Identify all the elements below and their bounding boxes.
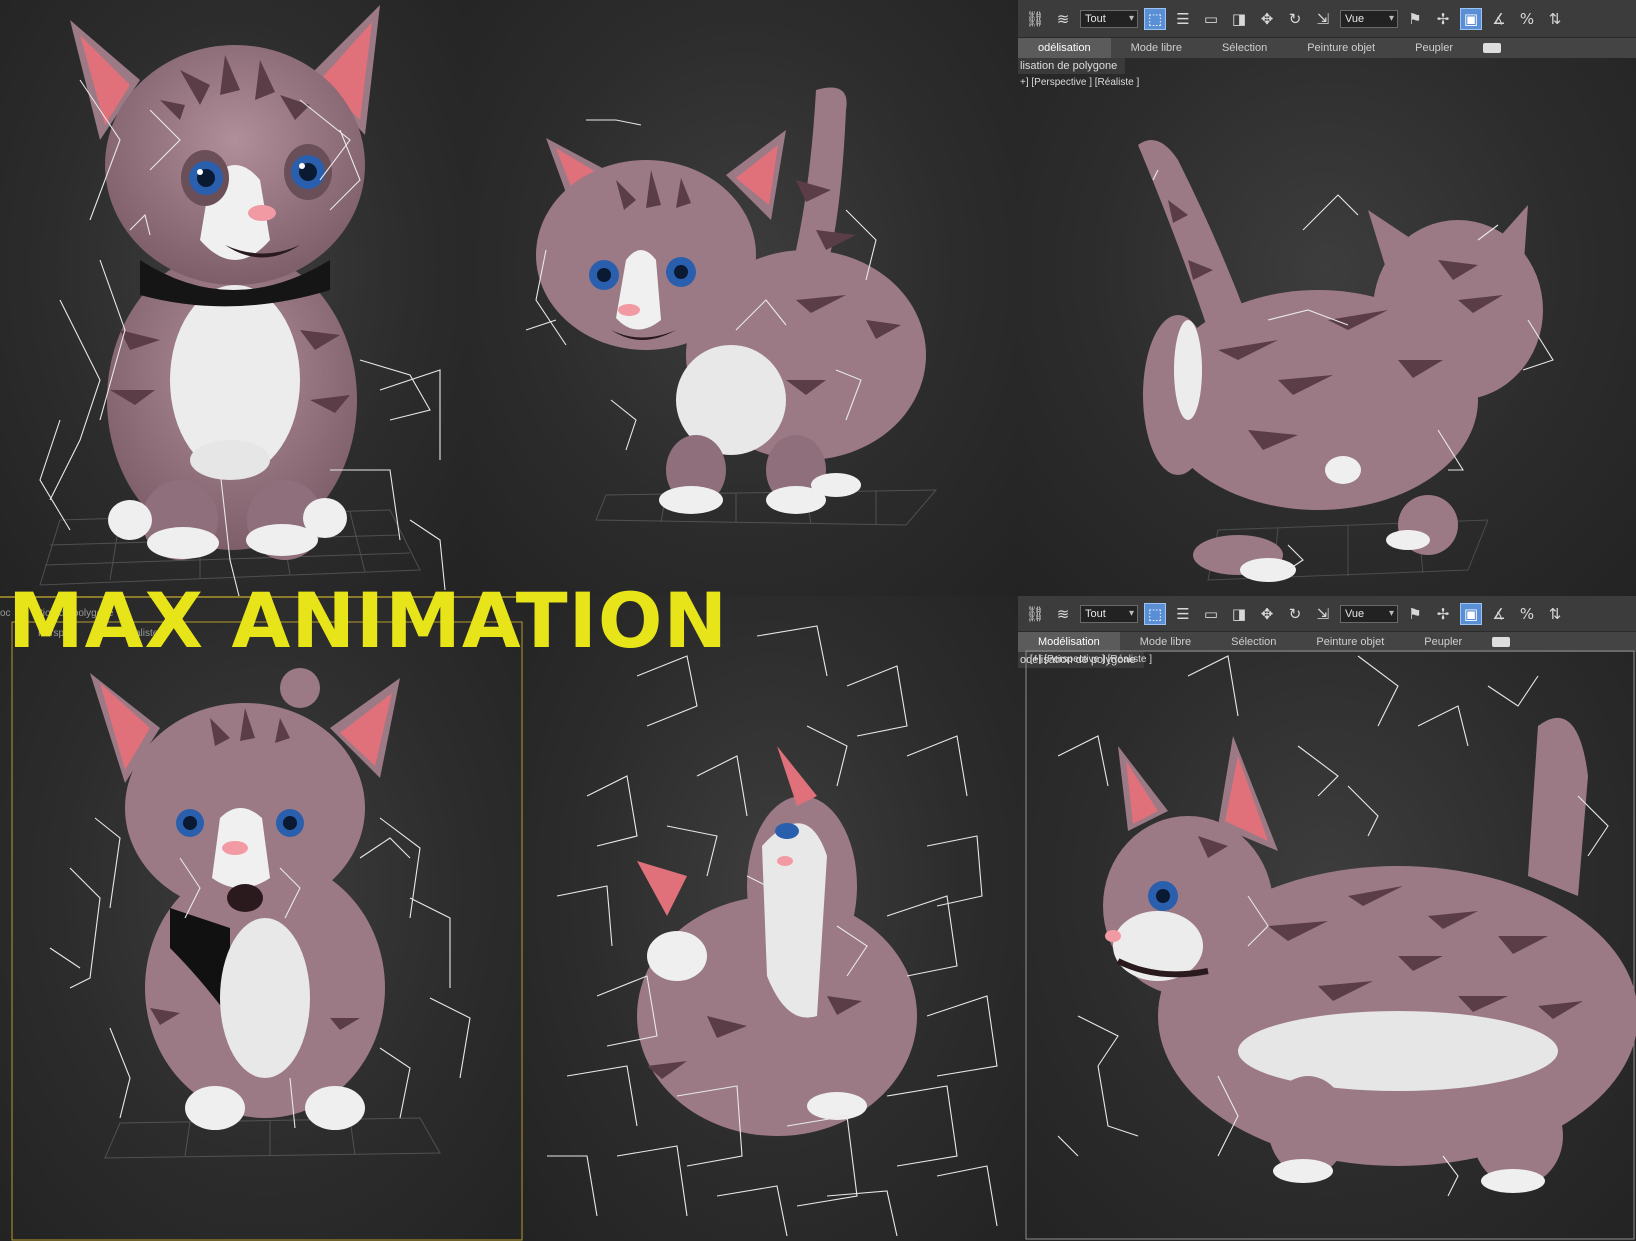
kitten-side-rig-render: [1025, 650, 1636, 1240]
viewport-label-bottom-text[interactable]: [+] [Perspective ] [Réaliste ]: [1030, 654, 1152, 665]
kitten-front-rig-render: [11, 621, 523, 1241]
viewport-plus-menu[interactable]: [+]: [1030, 654, 1041, 665]
kitten-threequarter-render: [525, 87, 938, 526]
kitten-rear-render: [1138, 140, 1554, 582]
viewport-view-menu[interactable]: [Perspective ]: [1044, 654, 1105, 665]
headline-title: MAX ANIMATION: [8, 576, 729, 665]
kitten-front-render: [39, 5, 446, 596]
viewport-shading-menu[interactable]: [Réaliste ]: [1108, 654, 1152, 665]
max-viewport-bottom-right: ⛓ ≋ Tout ⬚ ☰ ▭ ◨ ✥ ↻ ⇲ Vue ⚑ ✢ ▣ ∡ % ⇅ M…: [1018, 596, 1636, 1241]
max-viewport-top-right: ⛓ ≋ Tout ⬚ ☰ ▭ ◨ ✥ ↻ ⇲ Vue ⚑ ✢ ▣ ∡ % ⇅ o…: [1018, 0, 1636, 596]
render-panel-front-top: [0, 0, 466, 596]
kitten-curled-rig-render: [547, 625, 998, 1237]
max-viewport-bottom-left: oc tion de polygone Perspec aliste: [0, 596, 527, 1241]
render-panel-threequarter-top: [466, 0, 1018, 596]
render-panel-curled-bottom: [527, 596, 1018, 1241]
